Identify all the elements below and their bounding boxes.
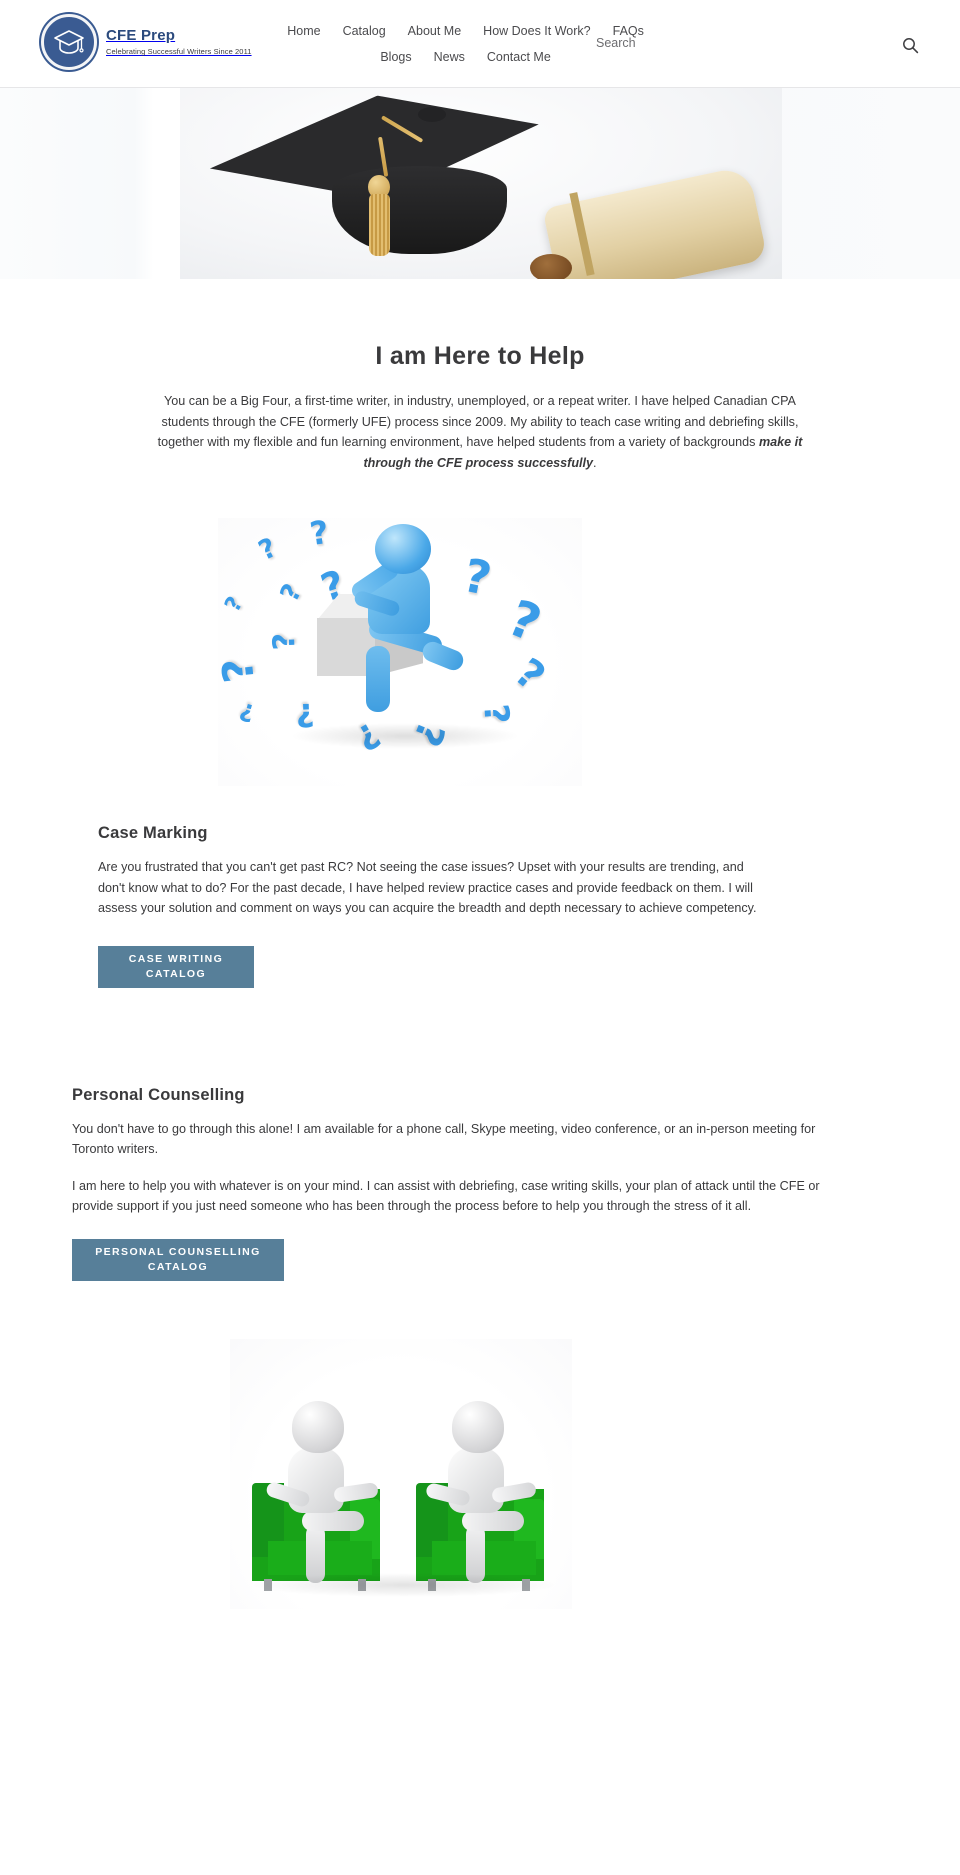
brand-tagline: Celebrating Successful Writers Since 201… [106,47,252,57]
brand-text: CFE Prep Celebrating Successful Writers … [106,26,252,57]
personal-counselling-catalog-button[interactable]: PERSONAL COUNSELLING CATALOG [72,1238,284,1281]
intro-text-part1: You can be a Big Four, a first-time writ… [157,394,799,449]
case-writing-catalog-button[interactable]: CASE WRITING CATALOG [98,945,254,988]
figure-foot [419,638,467,674]
two-people-in-green-chairs-image [0,1338,960,1609]
search-icon[interactable] [901,36,919,54]
figures-shadow [254,1572,554,1597]
brand-logo-link[interactable]: CFE Prep Celebrating Successful Writers … [41,14,252,70]
person-head [452,1400,504,1453]
nav-item-catalog[interactable]: Catalog [332,20,397,43]
site-header: CFE Prep Celebrating Successful Writers … [0,0,960,88]
hero-banner [0,88,960,279]
question-mark-icon: ? [274,579,309,607]
nav-item-how-does-it-work[interactable]: How Does It Work? [472,20,601,43]
service-personal-counselling: Personal Counselling You don't have to g… [0,1086,960,1281]
question-mark-icon: ? [458,547,497,607]
page-title: I am Here to Help [375,342,585,370]
cap-button [418,107,446,122]
cta-line-2: CATALOG [145,967,207,980]
figure-head [375,524,431,574]
figure-shin [366,646,390,712]
nav-item-blogs[interactable]: Blogs [369,46,422,69]
counselling-stage [230,1338,572,1609]
question-mark-icon: ? [266,632,303,651]
question-mark-icon: ? [212,655,264,686]
tassel-skirt [369,194,390,256]
question-mark-icon: ? [220,592,249,617]
case-writing-catalog-label: CASE WRITING CATALOG [129,952,223,982]
nav-item-news[interactable]: News [423,46,476,69]
intro-section: I am Here to Help You can be a Big Four,… [0,279,960,473]
nav-item-home[interactable]: Home [276,20,331,43]
thinking-person-with-question-marks-image: ? ? ? ? ? ? ? ? ? ? ? ? ? ? ? [0,518,960,786]
person-thigh [462,1510,524,1531]
cta-line-1: PERSONAL COUNSELLING [95,1245,261,1258]
personal-counselling-body-1: You don't have to go through this alone!… [72,1121,816,1157]
person-thigh [302,1510,364,1531]
question-mark-icon: ? [500,588,549,654]
personal-counselling-body-2: I am here to help you with whatever is o… [72,1178,820,1214]
question-mark-icon: ? [307,518,332,554]
figure-shadow [290,723,520,749]
nav-item-about-me[interactable]: About Me [397,20,473,43]
question-marks-stage: ? ? ? ? ? ? ? ? ? ? ? ? ? ? ? [213,518,582,786]
case-marking-heading: Case Marking [98,824,208,842]
question-mark-icon: ? [475,702,517,726]
graduation-cap-and-diploma-image [180,88,782,279]
person-head [292,1400,344,1453]
cta-line-1: CASE WRITING [128,952,224,965]
service-case-marking: Case Marking Are you frustrated that you… [0,824,960,988]
intro-text-part2: . [593,455,597,470]
search-label[interactable]: Search [596,36,636,50]
diploma-seal [530,254,572,279]
cta-line-2: CATALOG [147,1260,209,1273]
case-marking-body: Are you frustrated that you can't get pa… [98,860,757,915]
cap-crown [332,166,507,254]
intro-paragraph: You can be a Big Four, a first-time writ… [144,391,816,473]
question-mark-icon: ? [253,532,282,567]
question-mark-icon: ? [505,649,554,701]
brand-name: CFE Prep [106,26,176,44]
personal-counselling-catalog-label: PERSONAL COUNSELLING CATALOG [95,1245,260,1275]
nav-item-contact-me[interactable]: Contact Me [476,46,562,69]
graduation-cap-icon [41,14,97,70]
personal-counselling-heading: Personal Counselling [72,1085,245,1104]
question-mark-icon: ? [236,696,258,728]
